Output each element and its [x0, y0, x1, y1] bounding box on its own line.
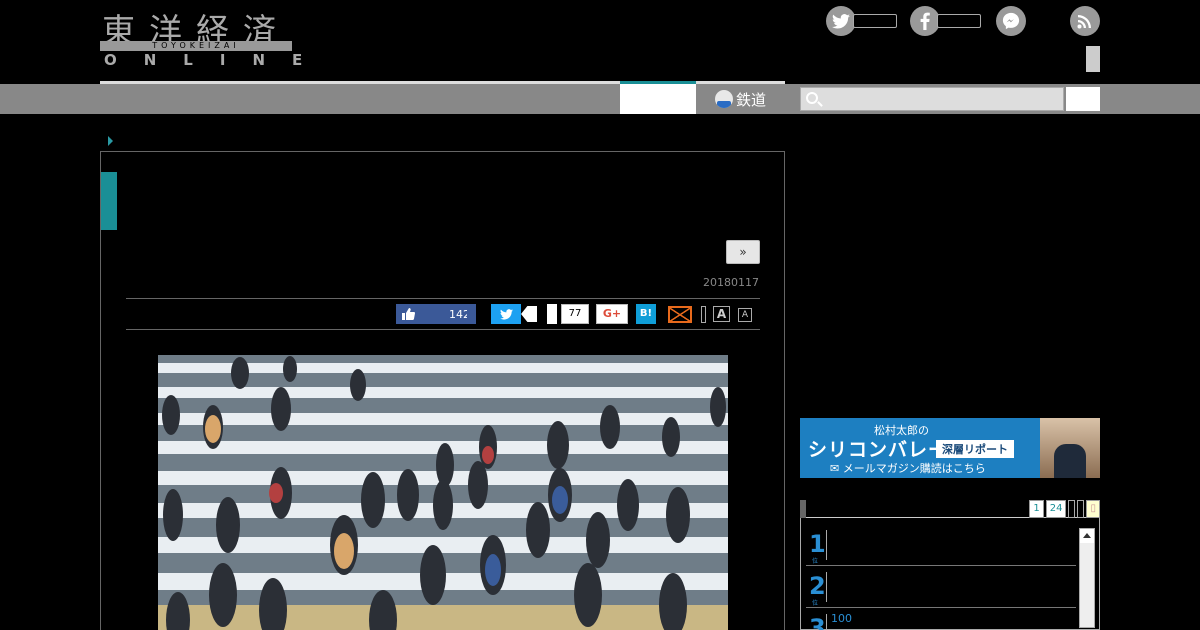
author-photo — [1040, 418, 1100, 478]
google-plus-button[interactable]: G+ — [596, 304, 628, 324]
ranking-scrollbar[interactable] — [1079, 528, 1095, 628]
nav-tab-railway-label: 鉄道 — [736, 90, 767, 109]
font-size-large-button[interactable]: A — [713, 306, 730, 322]
rank-number: 1 — [809, 530, 826, 558]
rank-title: 100 — [831, 612, 852, 625]
logo-romaji: TOYOKEIZAI — [100, 41, 292, 51]
messenger-icon[interactable] — [996, 6, 1026, 36]
rank-suffix: 位 — [812, 558, 819, 565]
search-input[interactable] — [823, 88, 1061, 110]
photo-image — [158, 355, 728, 630]
ranking-tab-calendar-icon[interactable]: ▯ — [1086, 500, 1100, 518]
twitter-bird-icon — [499, 308, 513, 320]
breadcrumb-arrow-icon — [108, 136, 113, 146]
rank-separator — [826, 614, 827, 630]
crowd-crosswalk-photo — [158, 355, 728, 630]
hatena-count-edge — [547, 304, 557, 324]
ranking-header: 1 24 ▯ — [800, 500, 1100, 518]
search-button[interactable] — [1066, 87, 1100, 111]
facebook-share-button[interactable] — [467, 304, 476, 324]
nav-tab-active[interactable] — [620, 81, 696, 114]
share-row: 142 77 G+ B! A A — [396, 303, 761, 325]
nav-tab-railway[interactable]: 鉄道 — [715, 86, 766, 112]
mail-icon[interactable] — [668, 306, 692, 323]
rank-number: 2 — [809, 572, 826, 600]
ranking-tab-week[interactable] — [1068, 500, 1076, 518]
banner-title: シリコンバレー — [808, 439, 949, 461]
next-page-button[interactable]: » — [726, 240, 760, 264]
search-box[interactable] — [800, 87, 1064, 111]
hatena-bookmark-button[interactable]: B! — [636, 304, 656, 324]
article: » 20180117 142 77 G+ B! A A — [100, 151, 785, 630]
article-date: 20180117 — [703, 276, 759, 289]
member-menu-button[interactable] — [1086, 46, 1100, 72]
divider — [126, 298, 760, 299]
banner-tag: 深層リポート — [936, 440, 1014, 458]
rank-separator — [826, 572, 827, 602]
rank-separator — [826, 530, 827, 560]
divider — [126, 329, 760, 330]
ranking-tabs: 1 24 ▯ — [1029, 500, 1100, 518]
facebook-count-box — [937, 14, 981, 28]
ranking-list: 1 位 2 位 3 100 — [800, 518, 1100, 630]
messenger-share[interactable] — [996, 6, 1026, 36]
hatena-count: 77 — [561, 304, 589, 324]
rank-suffix: 位 — [812, 600, 819, 607]
facebook-icon[interactable] — [910, 6, 940, 36]
banner-mail-link: ✉ メールマガジン購読はこちら — [830, 462, 986, 475]
twitter-count-box — [853, 14, 897, 28]
print-button[interactable] — [701, 306, 706, 323]
rss-link[interactable] — [1070, 6, 1100, 36]
logo-online: ONLINE — [104, 51, 330, 69]
ranking-item[interactable]: 3 100 — [806, 608, 1076, 630]
ranking-tab-24h[interactable]: 24 — [1045, 500, 1067, 518]
site-logo[interactable]: 東洋経済 TOYOKEIZAI ONLINE — [100, 4, 302, 70]
thumbs-up-icon — [402, 308, 415, 320]
title-accent-bar — [101, 172, 117, 230]
twitter-icon[interactable] — [826, 6, 856, 36]
train-icon — [715, 90, 733, 108]
tweet-button[interactable] — [491, 304, 521, 324]
ranking-tab-1h[interactable]: 1 — [1029, 500, 1044, 518]
facebook-follow[interactable] — [910, 6, 981, 36]
silicon-valley-newsletter-banner[interactable]: 松村太郎の シリコンバレー 深層リポート ✉ メールマガジン購読はこちら — [800, 418, 1100, 478]
font-size-small-button[interactable]: A — [738, 308, 752, 322]
ranking-item[interactable]: 2 位 — [806, 566, 1076, 608]
rss-icon[interactable] — [1070, 6, 1100, 36]
ranking-tab-month[interactable] — [1077, 500, 1085, 518]
ranking-item[interactable]: 1 位 — [806, 524, 1076, 566]
tweet-count-bubble — [521, 306, 537, 322]
rank-number: 3 — [809, 614, 826, 630]
twitter-follow[interactable] — [826, 6, 897, 36]
search-icon — [806, 92, 818, 104]
facebook-like-button[interactable]: 142 — [396, 304, 476, 324]
ranking-header-mark — [800, 500, 806, 518]
scroll-up-icon[interactable] — [1080, 529, 1094, 543]
